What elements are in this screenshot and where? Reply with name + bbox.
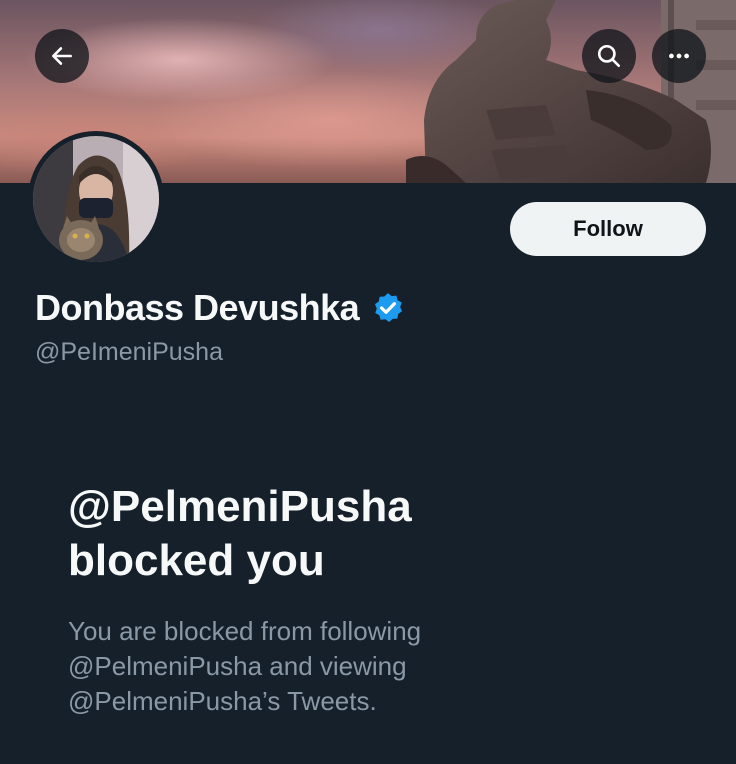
blocked-description-line1: You are blocked from following — [68, 616, 422, 646]
back-button[interactable] — [35, 29, 89, 83]
more-horizontal-icon — [669, 53, 689, 59]
arrow-left-icon — [52, 47, 72, 65]
avatar-image — [33, 136, 159, 262]
profile-name-row: Donbass Devushka — [35, 287, 405, 329]
avatar[interactable] — [33, 136, 159, 262]
blocked-description: You are blocked from following @PelmeniP… — [68, 614, 508, 719]
profile-handle: @PeImeniPusha — [35, 338, 223, 366]
display-name: Donbass Devushka — [35, 287, 360, 328]
more-options-button[interactable] — [652, 29, 706, 83]
follow-button[interactable]: Follow — [510, 202, 706, 256]
search-icon — [597, 44, 621, 68]
verified-badge-icon — [375, 293, 403, 323]
blocked-title: @PelmeniPusha blocked you — [68, 480, 412, 588]
search-button[interactable] — [582, 29, 636, 83]
avatar-frame[interactable] — [28, 131, 164, 267]
blocked-title-line2: blocked you — [68, 536, 325, 585]
blocked-description-line2: @PelmeniPusha and viewing — [68, 651, 407, 681]
blocked-title-line1: @PelmeniPusha — [68, 482, 412, 531]
blocked-description-line3: @PelmeniPusha’s Tweets. — [68, 686, 377, 716]
statue-image — [406, 0, 736, 183]
